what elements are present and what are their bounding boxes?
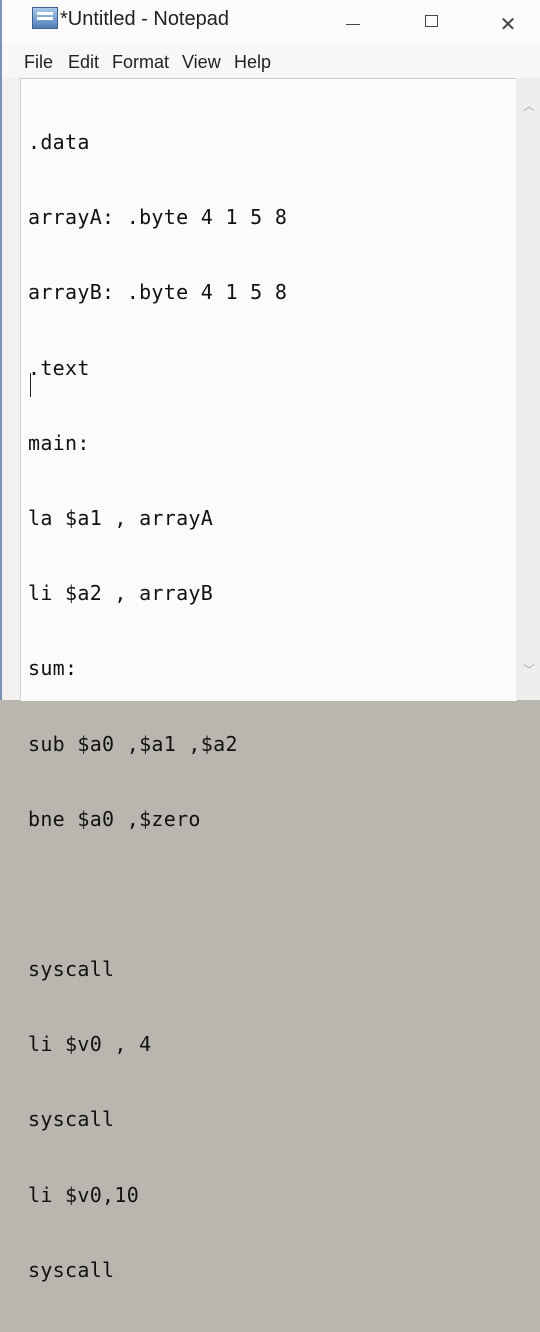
close-button[interactable]: ✕	[496, 14, 520, 34]
code-line: syscall	[28, 1257, 115, 1282]
window-title: *Untitled - Notepad	[60, 8, 229, 30]
title-bar[interactable]: *Untitled - Notepad ✕	[2, 0, 540, 44]
code-line: arrayB: .byte 4 1 5 8	[28, 280, 288, 305]
code-line: .text	[28, 355, 90, 380]
code-line: arrayA: .byte 4 1 5 8	[28, 205, 288, 230]
menu-format[interactable]: Format	[112, 52, 169, 73]
menu-edit[interactable]: Edit	[68, 52, 99, 73]
menu-file[interactable]: File	[24, 52, 53, 73]
code-line: sum:	[28, 656, 78, 681]
notepad-icon	[32, 7, 58, 29]
code-line: main:	[28, 430, 90, 455]
menu-help[interactable]: Help	[234, 52, 271, 73]
code-line: li $v0 , 4	[28, 1032, 152, 1057]
editor-content[interactable]: .data arrayA: .byte 4 1 5 8 arrayB: .byt…	[28, 81, 287, 1332]
menu-bar: File Edit Format View Help	[2, 44, 540, 78]
minimize-button[interactable]	[342, 10, 366, 34]
notepad-window: *Untitled - Notepad ✕ File Edit Format V…	[0, 0, 540, 1282]
code-line: li $a2 , arrayB	[28, 581, 214, 606]
text-caret	[30, 373, 31, 397]
text-editor[interactable]: .data arrayA: .byte 4 1 5 8 arrayB: .byt…	[20, 78, 517, 1282]
code-line: bne $a0 ,$zero	[28, 806, 201, 831]
vertical-scrollbar[interactable]: ︿ ﹀	[516, 78, 540, 700]
code-line: sub $a0 ,$a1 ,$a2	[28, 731, 238, 756]
code-line: la $a1 , arrayA	[28, 505, 214, 530]
maximize-button[interactable]	[420, 10, 444, 34]
code-line: syscall	[28, 1107, 115, 1132]
code-line: li $v0,10	[28, 1182, 140, 1207]
menu-view[interactable]: View	[182, 52, 221, 73]
code-line: syscall	[28, 957, 115, 982]
scroll-up-icon[interactable]: ︿	[516, 94, 540, 118]
code-line: .data	[28, 130, 90, 154]
scroll-down-icon[interactable]: ﹀	[516, 658, 540, 682]
